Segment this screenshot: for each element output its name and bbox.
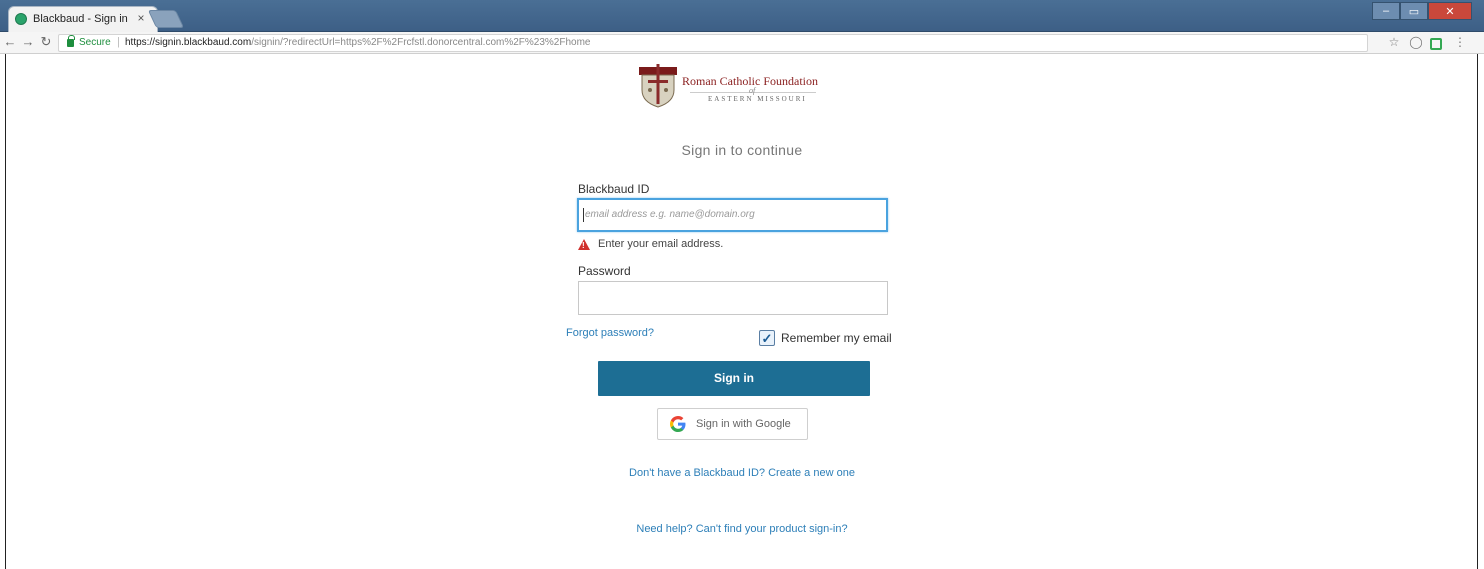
reload-icon[interactable]: ↻ xyxy=(38,34,54,50)
checkmark-icon: ✓ xyxy=(761,330,773,346)
forgot-password-link[interactable]: Forgot password? xyxy=(566,327,654,339)
browser-title-bar: Blackbaud - Sign in × – ▭ ✕ xyxy=(0,0,1484,32)
warning-icon: ! xyxy=(578,238,590,250)
page-border-right xyxy=(1477,54,1478,569)
extension-green-icon[interactable] xyxy=(1430,38,1442,50)
url-host: https://signin.blackbaud.com xyxy=(125,37,252,48)
error-text: Enter your email address. xyxy=(598,238,724,250)
close-window-button[interactable]: ✕ xyxy=(1428,2,1472,20)
browser-toolbar: ← → ↻ Secure | https://signin.blackbaud.… xyxy=(0,32,1484,54)
password-field[interactable] xyxy=(578,281,888,315)
url-path: /signin/?redirectUrl=https%2F%2Frcfstl.d… xyxy=(251,37,591,48)
google-g-icon xyxy=(670,416,686,432)
lock-icon xyxy=(67,35,75,47)
email-placeholder: email address e.g. name@domain.org xyxy=(585,209,755,220)
google-sign-in-button[interactable]: Sign in with Google xyxy=(657,408,808,440)
url-text: https://signin.blackbaud.com/signin/?red… xyxy=(125,37,591,48)
extension-icon[interactable]: ◯ xyxy=(1408,35,1424,49)
remember-email-checkbox[interactable]: ✓ xyxy=(759,330,775,346)
menu-icon[interactable]: ⋮ xyxy=(1452,35,1468,49)
password-label: Password xyxy=(578,264,631,278)
text-caret xyxy=(583,208,584,222)
page-border-left xyxy=(5,54,6,569)
url-separator: | xyxy=(117,36,120,48)
help-link[interactable]: Need help? Can't find your product sign-… xyxy=(0,523,1484,535)
secure-label: Secure xyxy=(79,37,111,48)
email-field[interactable]: email address e.g. name@domain.org xyxy=(577,198,888,232)
address-bar[interactable]: Secure | https://signin.blackbaud.com/si… xyxy=(58,34,1368,52)
back-arrow-icon[interactable]: ← xyxy=(2,34,18,49)
google-sign-in-label: Sign in with Google xyxy=(696,418,791,430)
bookmark-star-icon[interactable]: ☆ xyxy=(1386,35,1402,49)
remember-email-label[interactable]: Remember my email xyxy=(781,331,892,345)
tab-close-icon[interactable]: × xyxy=(134,11,148,25)
organization-subtitle: EASTERN MISSOURI xyxy=(708,95,807,103)
tab-title: Blackbaud - Sign in xyxy=(33,13,128,25)
blackbaud-favicon-icon xyxy=(15,13,27,25)
email-error-message: ! Enter your email address. xyxy=(578,237,723,251)
browser-tab[interactable]: Blackbaud - Sign in × xyxy=(8,6,158,32)
page-title: Sign in to continue xyxy=(681,142,803,158)
window-controls: – ▭ ✕ xyxy=(1372,2,1472,20)
foundation-shield-logo-icon xyxy=(639,64,677,108)
sign-in-button[interactable]: Sign in xyxy=(598,361,870,396)
forward-arrow-icon[interactable]: → xyxy=(20,34,36,49)
blackbaud-id-label: Blackbaud ID xyxy=(578,182,650,196)
organization-of: of xyxy=(749,86,756,95)
create-account-link[interactable]: Don't have a Blackbaud ID? Create a new … xyxy=(0,467,1484,479)
maximize-button[interactable]: ▭ xyxy=(1400,2,1428,20)
minimize-button[interactable]: – xyxy=(1372,2,1400,20)
